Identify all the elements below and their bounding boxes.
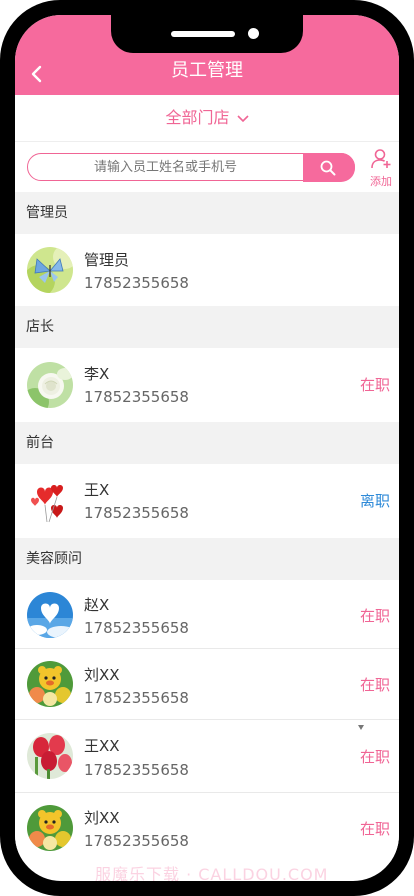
butterfly-avatar-image <box>27 247 73 293</box>
department-filter[interactable]: 全部门店 <box>15 95 399 142</box>
avatar <box>27 362 73 408</box>
chevron-down-icon <box>236 114 249 122</box>
employee-row[interactable]: 管理员 17852355658 <box>15 234 399 306</box>
phone-frame: 员工管理 全部门店 请输入员工姓名或手机号 添加 管理员 管理员 1785235… <box>0 0 414 896</box>
red-tulips-avatar-image <box>27 733 73 779</box>
avatar <box>27 592 73 638</box>
section-title: 管理员 <box>26 205 68 221</box>
employee-phone: 17852355658 <box>84 504 189 522</box>
front-camera <box>248 28 259 39</box>
employee-row[interactable]: 赵X 17852355658 在职 <box>15 580 399 649</box>
employee-phone: 17852355658 <box>84 832 189 850</box>
avatar <box>27 478 73 524</box>
employee-name: 王XX <box>84 737 120 755</box>
avatar <box>27 247 73 293</box>
app-screen: 员工管理 全部门店 请输入员工姓名或手机号 添加 管理员 管理员 1785235… <box>15 15 399 881</box>
employee-row[interactable]: 李X 17852355658 在职 <box>15 348 399 422</box>
section-title: 店长 <box>26 319 54 335</box>
section-title: 美容顾问 <box>26 551 82 567</box>
employee-phone: 17852355658 <box>84 388 189 406</box>
employee-phone: 17852355658 <box>84 689 189 707</box>
white-rose-avatar-image <box>27 362 73 408</box>
employee-row[interactable]: 刘XX 17852355658 在职 <box>15 649 399 720</box>
department-selected[interactable]: 全部门店 <box>165 108 229 127</box>
employee-row[interactable]: 刘XX 17852355658 在职 <box>15 793 399 863</box>
employee-status: 在职 <box>359 676 390 694</box>
add-label: 添加 <box>370 175 392 188</box>
employee-name: 赵X <box>84 596 110 614</box>
add-user-icon <box>371 149 391 169</box>
avatar <box>27 733 73 779</box>
employee-name: 管理员 <box>84 251 130 269</box>
scroll-indicator-icon <box>358 725 364 730</box>
search-button[interactable] <box>303 152 355 182</box>
employee-status: 在职 <box>359 820 390 838</box>
add-employee-button[interactable]: 添加 <box>367 148 395 188</box>
employee-phone: 17852355658 <box>84 619 189 637</box>
employee-name: 刘XX <box>84 666 120 684</box>
section-title: 前台 <box>26 435 54 451</box>
employee-row[interactable]: 王X 17852355658 离职 <box>15 464 399 538</box>
employee-status: 在职 <box>359 376 390 394</box>
avatar <box>27 805 73 851</box>
cartoon-bears-avatar-image <box>27 805 73 851</box>
avatar <box>27 661 73 707</box>
cartoon-bears-avatar-image <box>27 661 73 707</box>
notch <box>111 15 303 53</box>
sky-heart-avatar-image <box>27 592 73 638</box>
speaker <box>171 31 235 37</box>
section-header-reception: 前台 <box>15 422 399 464</box>
section-header-admin: 管理员 <box>15 192 399 234</box>
employee-name: 王X <box>84 481 110 499</box>
employee-row[interactable]: 王XX 17852355658 在职 <box>15 720 399 793</box>
search-row: 添加 <box>15 142 399 192</box>
heart-balloons-avatar-image <box>27 478 73 524</box>
section-header-beauty-consultant: 美容顾问 <box>15 538 399 580</box>
employee-phone: 17852355658 <box>84 761 189 779</box>
employee-status: 在职 <box>359 607 390 625</box>
employee-status: 在职 <box>359 748 390 766</box>
search-input[interactable] <box>28 154 303 180</box>
watermark: 服魔乐下载 · CALLDOU.COM <box>95 865 329 881</box>
search-icon <box>320 160 336 175</box>
employee-phone: 17852355658 <box>84 274 189 292</box>
search-box <box>27 152 355 182</box>
section-header-manager: 店长 <box>15 306 399 348</box>
employee-name: 李X <box>84 365 110 383</box>
employee-status: 离职 <box>359 492 390 510</box>
page-title: 员工管理 <box>171 60 243 81</box>
employee-name: 刘XX <box>84 809 120 827</box>
